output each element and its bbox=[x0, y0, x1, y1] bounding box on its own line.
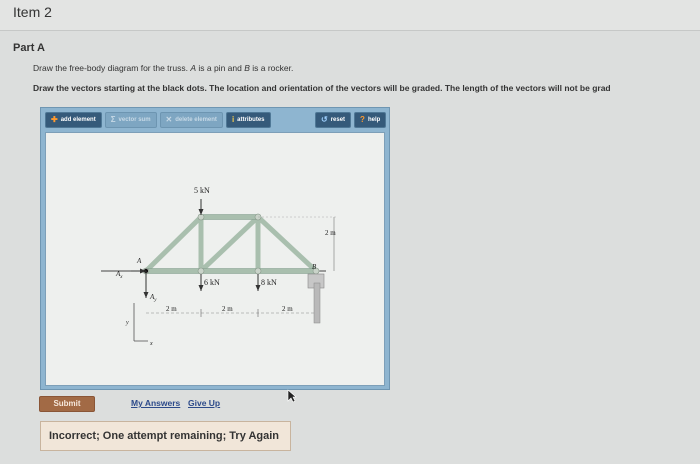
truss-diagram: 5 kN 6 kN 8 kN 2 m 2 m 2 m 2 m B A Ax Ay… bbox=[101, 186, 338, 347]
applet-toolbar: ✚ add element Σ vector sum ✕ delete elem… bbox=[45, 112, 271, 128]
info-icon: i bbox=[231, 115, 235, 124]
item-header: Item 2 bbox=[0, 0, 700, 31]
load-top-arrowhead bbox=[198, 209, 204, 215]
instruction-text: Draw the free-body diagram for the truss… bbox=[33, 63, 293, 73]
applet-toolbar-right: ↺ reset ? help bbox=[315, 112, 387, 128]
drawing-applet: ✚ add element Σ vector sum ✕ delete elem… bbox=[40, 107, 390, 390]
delete-element-label: delete element bbox=[175, 117, 217, 123]
delete-icon: ✕ bbox=[165, 115, 173, 124]
attributes-label: attributes bbox=[237, 117, 265, 123]
instruction-mid1: is a pin and bbox=[196, 63, 245, 73]
reset-icon: ↺ bbox=[321, 115, 328, 124]
attributes-button[interactable]: i attributes bbox=[225, 112, 271, 128]
axis-y-label: y bbox=[125, 320, 129, 326]
instruction-mid2: is a rocker. bbox=[249, 63, 294, 73]
help-button[interactable]: ? help bbox=[354, 112, 387, 128]
member-right-diagonal bbox=[254, 213, 320, 275]
add-element-button[interactable]: ✚ add element bbox=[45, 112, 102, 128]
item-title: Item 2 bbox=[13, 4, 52, 20]
load-mid-arrowhead bbox=[198, 285, 204, 291]
instruction-bold: Draw the vectors starting at the black d… bbox=[33, 83, 611, 93]
load-right-arrowhead bbox=[255, 285, 261, 291]
member-left-diagonal bbox=[142, 213, 205, 275]
drawing-canvas[interactable]: 5 kN 6 kN 8 kN 2 m 2 m 2 m 2 m B A Ax Ay… bbox=[45, 132, 385, 386]
label-b: B bbox=[312, 263, 317, 271]
dim-label-1: 2 m bbox=[166, 305, 177, 313]
dim-label-2: 2 m bbox=[222, 305, 233, 313]
load-top-label: 5 kN bbox=[194, 186, 210, 195]
mouse-cursor-icon bbox=[287, 389, 297, 403]
truss-members bbox=[142, 213, 320, 275]
label-ay: Ay bbox=[149, 293, 157, 303]
feedback-box: Incorrect; One attempt remaining; Try Ag… bbox=[40, 421, 291, 451]
instruction-prefix: Draw the free-body diagram for the truss… bbox=[33, 63, 191, 73]
label-ay-sub: y bbox=[153, 298, 157, 303]
my-answers-link[interactable]: My Answers bbox=[131, 398, 180, 408]
height-label: 2 m bbox=[325, 229, 336, 237]
joint-mid-right bbox=[254, 267, 262, 275]
vector-ay-head bbox=[143, 292, 149, 298]
member-center-diagonal bbox=[197, 213, 262, 275]
delete-element-button[interactable]: ✕ delete element bbox=[159, 112, 223, 128]
label-ax-sub: x bbox=[119, 275, 123, 280]
plus-icon: ✚ bbox=[51, 115, 58, 124]
help-label: help bbox=[367, 117, 381, 123]
feedback-text: Incorrect; One attempt remaining; Try Ag… bbox=[49, 430, 280, 442]
reset-label: reset bbox=[330, 117, 346, 123]
label-a: A bbox=[136, 257, 142, 265]
load-right-label: 8 kN bbox=[261, 278, 277, 287]
give-up-link[interactable]: Give Up bbox=[188, 398, 220, 408]
help-icon: ? bbox=[360, 115, 365, 124]
vector-sum-button[interactable]: Σ vector sum bbox=[104, 112, 157, 128]
axis-x-label: x bbox=[149, 341, 153, 347]
vector-sum-label: vector sum bbox=[118, 117, 151, 123]
add-element-label: add element bbox=[60, 117, 96, 123]
load-mid-label: 6 kN bbox=[204, 278, 220, 287]
sigma-icon: Σ bbox=[110, 115, 116, 124]
joint-mid-left bbox=[197, 267, 205, 275]
support-bar bbox=[313, 282, 321, 324]
dim-label-3: 2 m bbox=[282, 305, 293, 313]
submit-button[interactable]: Submit bbox=[39, 396, 95, 412]
reset-button[interactable]: ↺ reset bbox=[315, 112, 352, 128]
part-title: Part A bbox=[13, 42, 45, 54]
